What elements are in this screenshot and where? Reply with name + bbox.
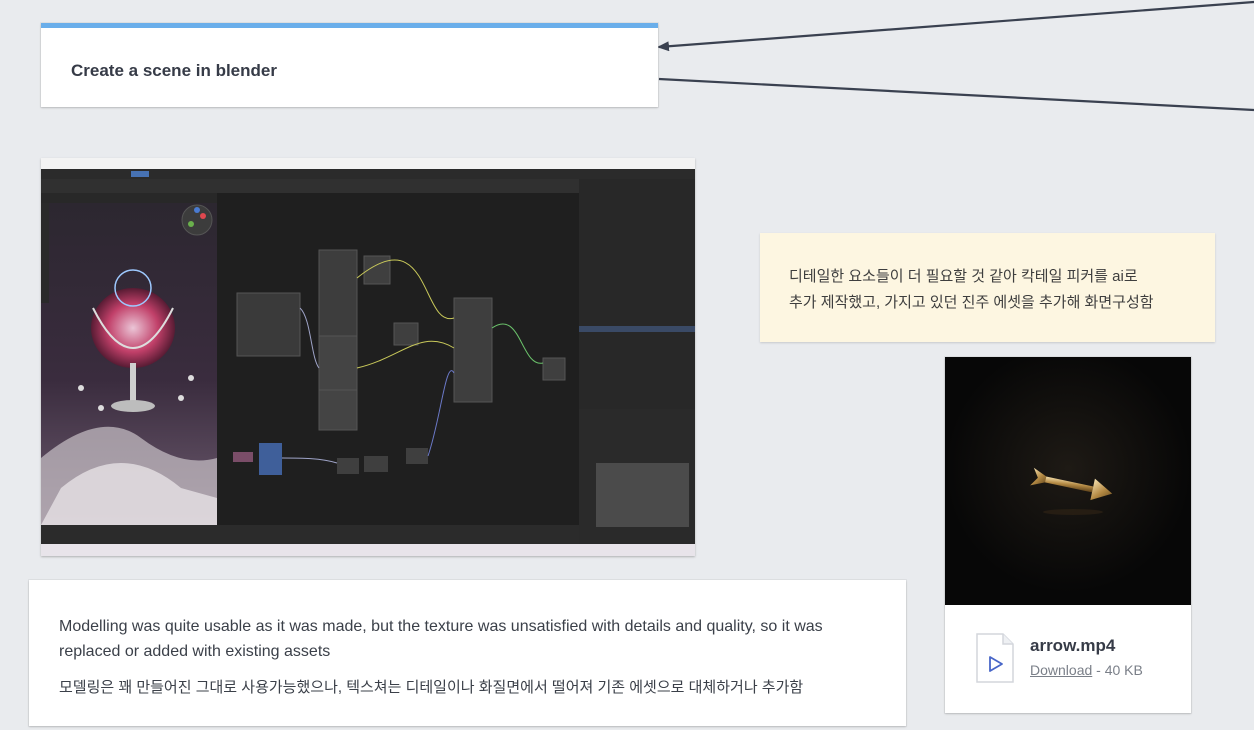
note-line-2: 추가 제작했고, 가지고 있던 진주 에셋을 추가해 화면구성함 [789,294,1154,311]
card-title: Create a scene in blender [71,61,277,80]
download-link[interactable]: Download [1030,662,1092,678]
file-size: - 40 KB [1092,662,1143,678]
file-name: arrow.mp4 [1030,636,1116,655]
video-file-icon [976,633,1014,683]
description-english: Modelling was quite usable as it was mad… [59,618,823,660]
blender-screenshot-graphic [41,158,695,556]
note-line-1: 디테일한 요소들이 더 필요할 것 같아 칵테일 피커를 ai로 [789,268,1138,285]
video-thumbnail[interactable] [945,357,1191,605]
video-file-card[interactable]: arrow.mp4 Download - 40 KB [945,357,1191,713]
file-meta: Download - 40 KB [1030,662,1143,678]
arrow-connector-out [658,77,1254,112]
arrow-object-graphic [945,357,1191,605]
blender-screenshot-image[interactable] [41,158,695,556]
sticky-note[interactable]: 디테일한 요소들이 더 필요할 것 같아 칵테일 피커를 ai로 추가 제작했고… [760,233,1215,342]
title-card[interactable]: Create a scene in blender [41,23,658,107]
description-card[interactable]: Modelling was quite usable as it was mad… [29,580,906,726]
arrow-connector-in [657,0,1254,52]
description-korean: 모델링은 꽤 만들어진 그대로 사용가능했으나, 텍스쳐는 디테일이나 화질면에… [59,679,804,696]
